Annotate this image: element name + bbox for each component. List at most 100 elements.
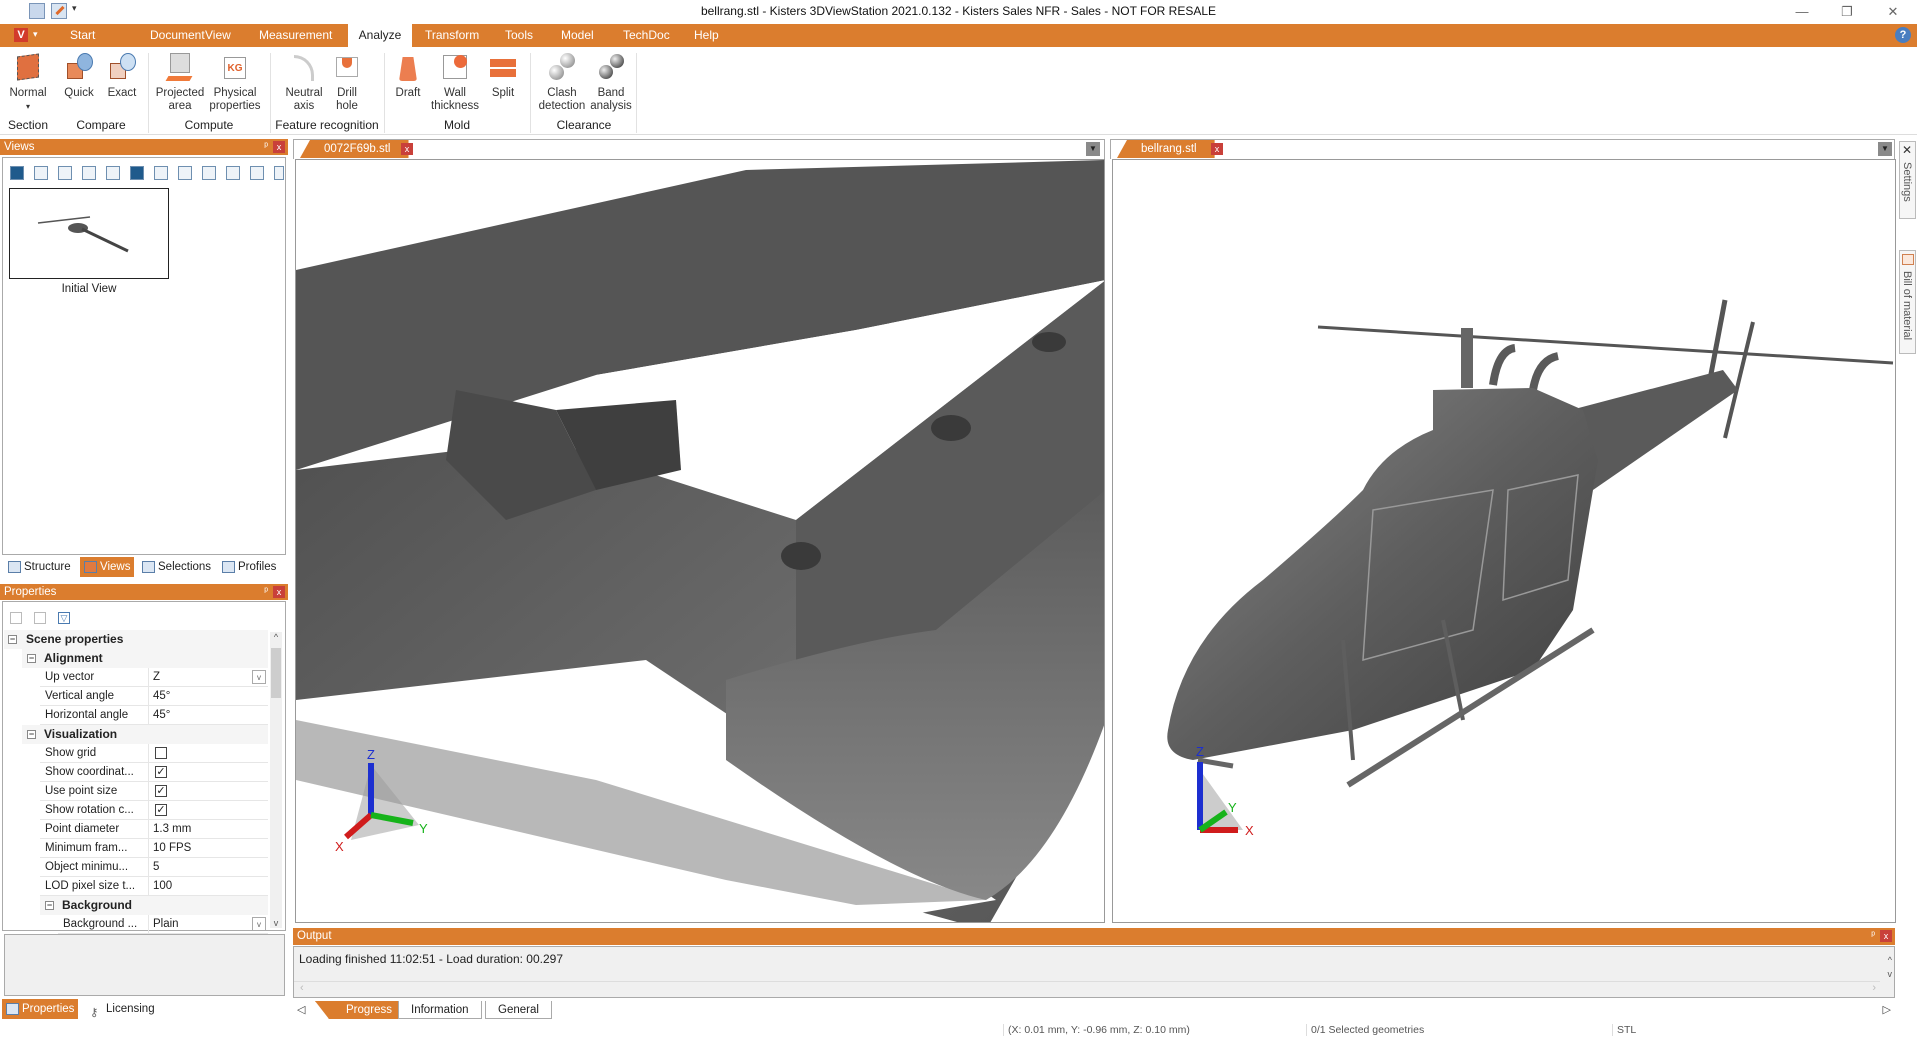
scroll-up-icon[interactable]: ^ — [1888, 955, 1892, 965]
import-icon[interactable] — [250, 166, 264, 180]
property-row[interactable]: LOD pixel size t... 100 — [40, 877, 268, 896]
tab-progress[interactable]: Progress — [315, 1001, 408, 1019]
restore-button[interactable]: ❐ — [1832, 2, 1862, 22]
close-button[interactable]: ✕ — [1878, 2, 1908, 22]
property-row[interactable]: Minimum fram... 10 FPS — [40, 839, 268, 858]
fit-icon[interactable] — [178, 166, 192, 180]
tab-information[interactable]: Information — [398, 1001, 482, 1019]
show-grid-checkbox[interactable] — [155, 747, 167, 759]
side-tab-settings[interactable]: ✕ Settings — [1899, 141, 1916, 219]
property-row[interactable]: Up vector Zv — [40, 668, 268, 687]
app-menu-chevron-icon[interactable]: ▾ — [33, 29, 38, 40]
menu-tab-measurement[interactable]: Measurement — [251, 24, 340, 47]
document-list-dropdown[interactable]: ▼ — [1878, 142, 1892, 156]
previous-icon[interactable] — [106, 166, 120, 180]
pin-icon[interactable]: ᵖ — [264, 139, 268, 155]
background-group[interactable]: − Background — [40, 896, 268, 915]
band-analysis-button[interactable]: Band analysis — [587, 51, 635, 113]
close-output-panel-icon[interactable]: x — [1880, 930, 1892, 942]
compare-quick-button[interactable]: Quick — [61, 51, 97, 100]
close-views-panel-icon[interactable]: x — [273, 141, 285, 153]
minimize-button[interactable]: — — [1787, 2, 1817, 22]
tab-selections[interactable]: Selections — [138, 557, 215, 577]
collapse-icon[interactable]: − — [27, 654, 36, 663]
stop-icon[interactable] — [130, 166, 144, 180]
scroll-right-icon[interactable]: › — [1872, 982, 1876, 994]
split-button[interactable]: Split — [484, 51, 522, 100]
physical-properties-button[interactable]: KG Physical properties — [207, 51, 263, 113]
menu-tab-transform[interactable]: Transform — [417, 24, 487, 47]
tab-licensing[interactable]: ⚷ Licensing — [86, 999, 159, 1019]
scroll-left-icon[interactable]: ‹ — [300, 982, 304, 994]
dropdown-chevron-icon[interactable]: v — [252, 917, 266, 931]
drill-hole-button[interactable]: Drill hole — [328, 51, 366, 113]
property-row[interactable]: Background ... Plain v — [58, 915, 268, 934]
property-row[interactable]: Show coordinat... ✓ — [40, 763, 268, 782]
scroll-down-icon[interactable]: v — [270, 918, 282, 928]
close-document-0072f69b-icon[interactable]: x — [401, 143, 413, 155]
scroll-up-icon[interactable]: ^ — [270, 632, 282, 642]
close-properties-panel-icon[interactable]: x — [273, 586, 285, 598]
scroll-down-icon[interactable]: v — [1888, 969, 1893, 979]
section-normal-button[interactable]: Normal ▾ — [6, 51, 50, 113]
property-row[interactable]: Show grid — [40, 744, 268, 763]
property-row[interactable]: Point diameter 1.3 mm — [40, 820, 268, 839]
tab-document-bellrang[interactable]: bellrang.stl — [1117, 140, 1215, 158]
dropdown-chevron-icon[interactable]: ▾ — [6, 100, 50, 113]
menu-tab-help[interactable]: Help — [686, 24, 727, 47]
property-row[interactable]: Use point size ✓ — [40, 782, 268, 801]
pin-icon[interactable]: ᵖ — [264, 584, 268, 600]
collapse-icon[interactable]: − — [27, 730, 36, 739]
horizontal-scrollbar[interactable]: ‹ › — [294, 981, 1880, 997]
collapse-icon[interactable]: − — [45, 901, 54, 910]
viewport-helicopter[interactable]: Z X Y — [1112, 159, 1896, 923]
pdf-icon[interactable] — [274, 166, 284, 180]
tab-views[interactable]: Views — [80, 557, 135, 577]
show-rotation-checkbox[interactable]: ✓ — [155, 804, 167, 816]
app-menu-button[interactable]: V — [14, 28, 28, 42]
menu-tab-start[interactable]: Start — [62, 24, 103, 47]
tab-structure[interactable]: Structure — [4, 557, 75, 577]
tab-properties[interactable]: Properties — [2, 999, 79, 1019]
draft-button[interactable]: Draft — [390, 51, 426, 100]
refresh-icon[interactable] — [58, 166, 72, 180]
menu-tab-analyze[interactable]: Analyze — [348, 24, 412, 47]
visualization-group[interactable]: − Visualization — [22, 725, 268, 744]
dropdown-chevron-icon[interactable]: v — [252, 670, 266, 684]
side-tab-bill-of-material[interactable]: Bill of material — [1899, 250, 1916, 354]
scrollbar-thumb[interactable] — [271, 648, 281, 698]
property-row[interactable]: Object minimu... 5 — [40, 858, 268, 877]
close-document-bellrang-icon[interactable]: x — [1211, 143, 1223, 155]
wall-thickness-button[interactable]: Wall thickness — [427, 51, 483, 113]
tab-general[interactable]: General — [485, 1001, 552, 1019]
tab-document-0072f69b[interactable]: 0072F69b.stl — [300, 140, 409, 158]
alignment-group[interactable]: − Alignment — [22, 649, 268, 668]
collapse-icon[interactable]: − — [8, 635, 17, 644]
projected-area-button[interactable]: Projected area — [153, 51, 207, 113]
viewport-frame-part[interactable]: Z X Y — [295, 159, 1105, 923]
home-icon[interactable] — [10, 166, 24, 180]
filter-icon[interactable]: ▽ — [58, 612, 70, 624]
add-view-icon[interactable] — [34, 166, 48, 180]
pin-icon[interactable]: ᵖ — [1871, 928, 1875, 944]
menu-tab-tools[interactable]: Tools — [497, 24, 541, 47]
tabs-scroll-right-icon[interactable]: ▷ — [1883, 1003, 1891, 1016]
menu-tab-model[interactable]: Model — [553, 24, 602, 47]
use-point-size-checkbox[interactable]: ✓ — [155, 785, 167, 797]
clash-detection-button[interactable]: Clash detection — [535, 51, 589, 113]
delete-icon[interactable] — [82, 166, 96, 180]
tabs-scroll-left-icon[interactable]: ◁ — [297, 1003, 305, 1016]
document-list-dropdown[interactable]: ▼ — [1086, 142, 1100, 156]
property-row[interactable]: Show rotation c... ✓ — [40, 801, 268, 820]
property-row[interactable]: Horizontal angle 45° — [40, 706, 268, 725]
update-view-icon[interactable] — [202, 166, 216, 180]
play-icon[interactable] — [154, 166, 168, 180]
export-icon[interactable] — [226, 166, 240, 180]
tab-profiles[interactable]: Profiles — [218, 557, 280, 577]
compare-exact-button[interactable]: Exact — [104, 51, 140, 100]
properties-scrollbar[interactable]: ^ v — [270, 632, 282, 928]
show-coordinate-checkbox[interactable]: ✓ — [155, 766, 167, 778]
help-icon[interactable]: ? — [1895, 27, 1911, 43]
copy-icon[interactable] — [10, 612, 22, 624]
open-icon[interactable] — [34, 612, 46, 624]
